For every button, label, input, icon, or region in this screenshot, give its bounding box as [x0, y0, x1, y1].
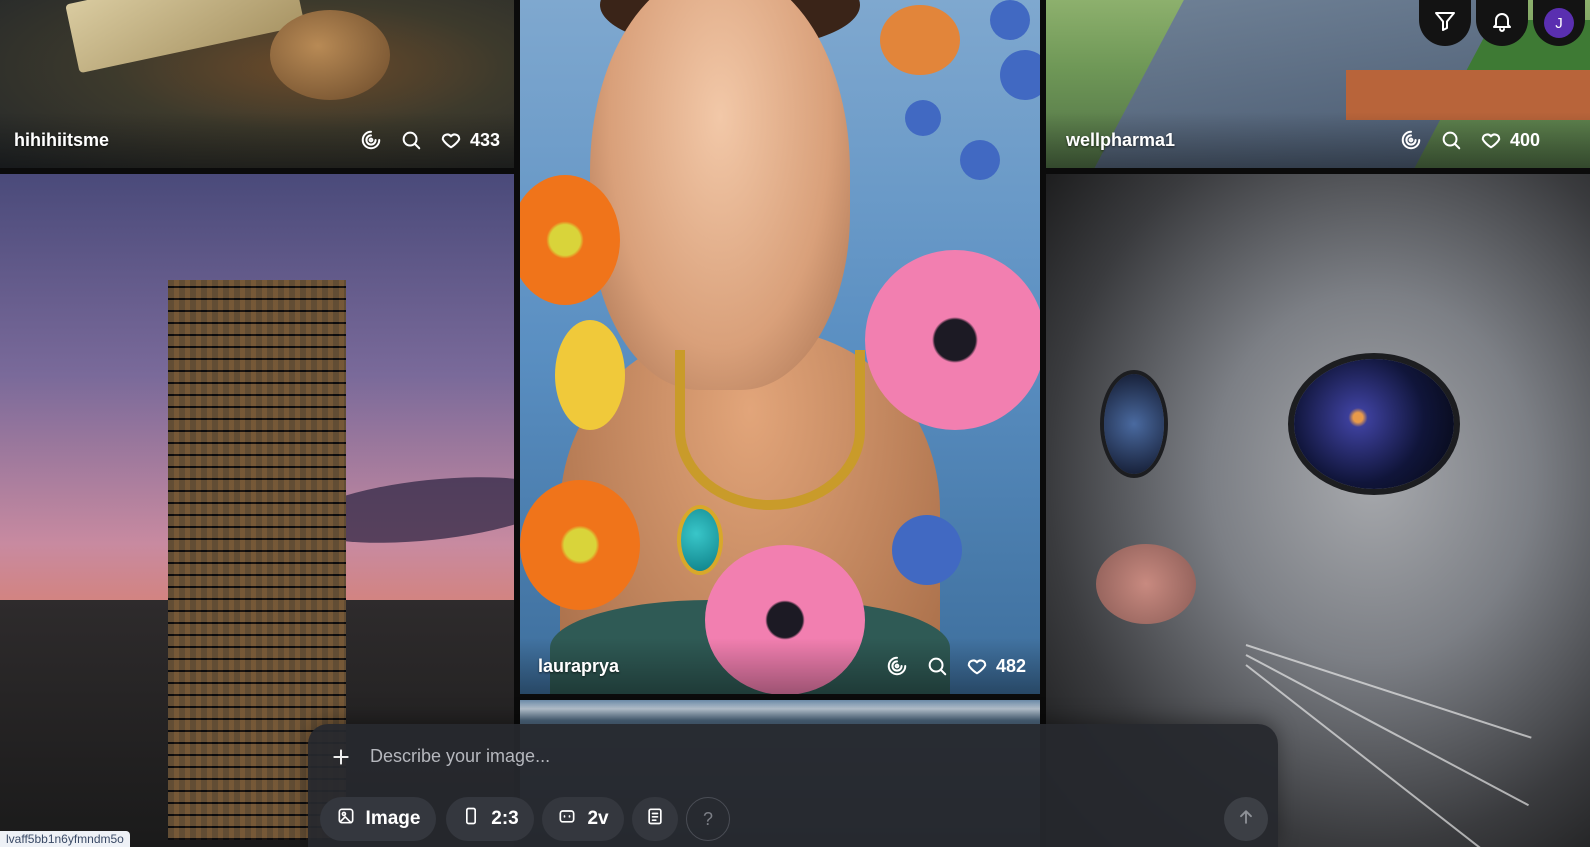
heart-icon[interactable] [1480, 129, 1502, 151]
like-count: 400 [1509, 129, 1540, 150]
help-button[interactable]: ? [686, 797, 730, 841]
tile-meta: lauraprya 482 [520, 638, 1040, 694]
prompt-helper-button[interactable] [632, 797, 678, 841]
status-bar-url: lvaff5bb1n6yfmndm5o [0, 831, 130, 847]
clipboard-icon [645, 806, 665, 832]
prompt-input[interactable] [370, 738, 1210, 774]
prompt-composer: Image 2:3 2v ? [308, 724, 1278, 847]
gallery-tile-portrait[interactable]: lauraprya 482 [520, 0, 1040, 694]
gallery-tile-painting[interactable]: hihihiitsme 433 [0, 0, 514, 168]
heart-icon[interactable] [440, 129, 462, 151]
gallery-page: hihihiitsme 433 lauraprya 482 wellpharma… [0, 0, 1590, 847]
heart-icon[interactable] [966, 655, 988, 677]
aspect-ratio-button[interactable]: 2:3 [446, 797, 534, 841]
portrait-ratio-icon [461, 806, 481, 832]
mode-button[interactable]: Image [320, 797, 436, 841]
mode-label: Image [365, 808, 421, 829]
search-icon[interactable] [1440, 129, 1462, 151]
send-button[interactable] [1224, 797, 1268, 841]
tile-username[interactable]: lauraprya [538, 656, 868, 677]
search-icon[interactable] [926, 655, 948, 677]
aspect-label: 2:3 [491, 808, 519, 829]
bell-icon [1490, 9, 1514, 38]
like-count: 482 [995, 655, 1026, 676]
remix-icon[interactable] [886, 655, 908, 677]
tile-meta: wellpharma1 400 [1046, 112, 1590, 168]
robot-icon [557, 806, 577, 832]
tile-meta: hihihiitsme 433 [0, 112, 514, 168]
arrow-up-icon [1236, 807, 1256, 832]
tile-username[interactable]: hihihiitsme [14, 130, 342, 151]
like-count: 433 [469, 129, 500, 150]
tile-username[interactable]: wellpharma1 [1066, 130, 1382, 151]
remix-icon[interactable] [360, 129, 382, 151]
plus-icon[interactable] [328, 744, 354, 770]
version-label: 2v [587, 808, 609, 829]
tile-image [520, 0, 1040, 694]
remix-icon[interactable] [1400, 129, 1422, 151]
model-version-button[interactable]: 2v [542, 797, 624, 841]
filter-icon [1433, 9, 1457, 38]
avatar: J [1544, 8, 1574, 38]
search-icon[interactable] [400, 129, 422, 151]
image-icon [336, 806, 356, 832]
